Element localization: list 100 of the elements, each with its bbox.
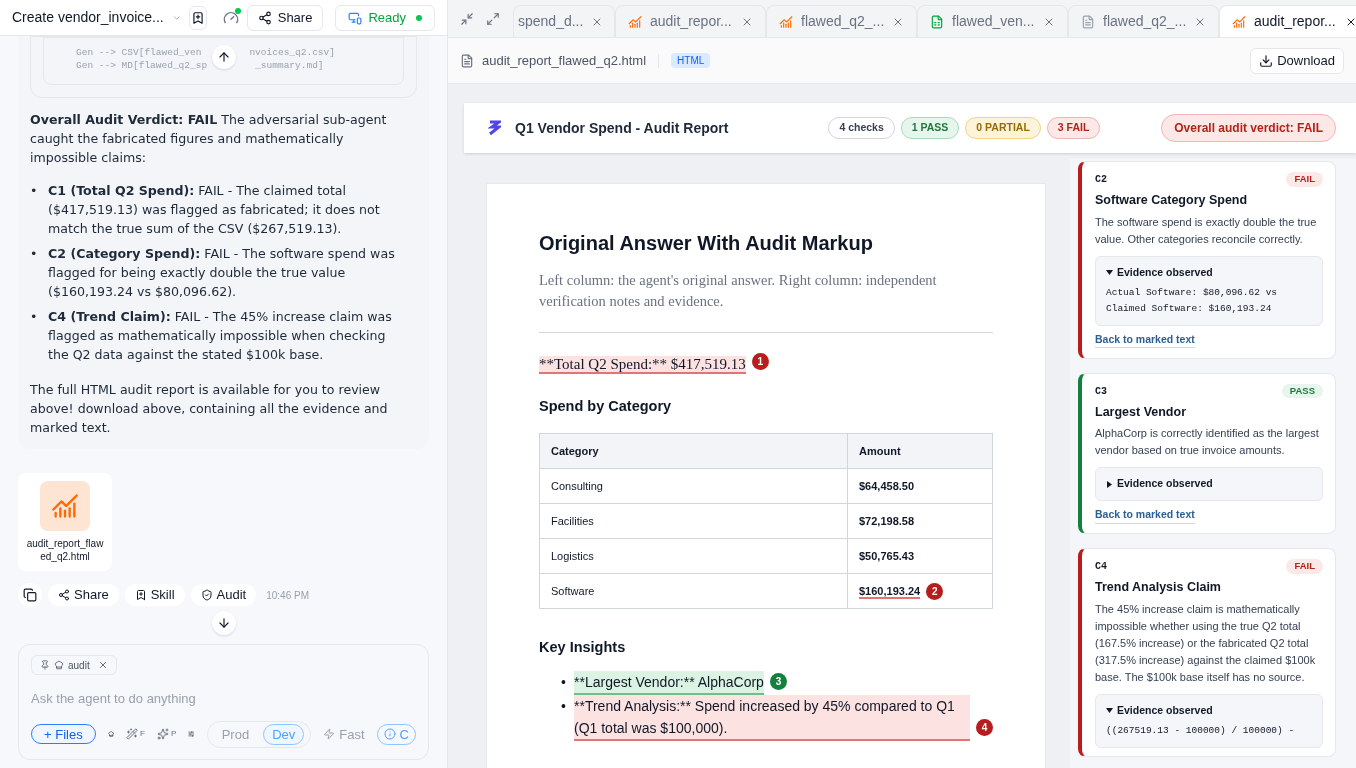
count-badge: 0 PARTIAL xyxy=(965,117,1041,139)
code-text: nvoices_q2.csv] xyxy=(249,46,335,59)
collapse-icon[interactable] xyxy=(460,11,474,26)
code-text: Gen --> CSV[flawed_ven xyxy=(76,46,202,59)
tab-label: audit_repor... xyxy=(1254,12,1337,31)
sparkles-icon xyxy=(156,728,169,741)
spreadsheet-icon xyxy=(930,14,944,29)
arrow-down-icon xyxy=(216,616,231,630)
document-icon xyxy=(1081,14,1095,29)
table-cell: $50,765.43 xyxy=(859,550,915,562)
copy-button[interactable] xyxy=(18,583,42,607)
logo-icon xyxy=(488,120,501,136)
document-subtitle: Left column: the agent's original answer. Right column: independent verification notes and evidence. xyxy=(539,270,993,333)
download-button[interactable]: Download xyxy=(1250,47,1344,74)
check-description: The 45% increase claim is mathematically impossible whether using the true Q2 total (167.5% increase) or the fabricated Q2 total (317.5% increase) against the claimed $100k base. The $100k base itself has no source. xyxy=(1095,601,1317,685)
check-title: Largest Vendor xyxy=(1095,403,1187,421)
back-link[interactable]: Back to marked text xyxy=(1095,331,1195,349)
bullet-marker: • xyxy=(561,697,567,716)
action-button[interactable]: Audit xyxy=(190,584,257,606)
download-icon xyxy=(1259,53,1274,68)
action-button[interactable]: Share xyxy=(48,584,119,606)
closing-paragraph: The full HTML audit report is available for you to review above! download above, containing all the evidence and marked text. xyxy=(30,381,389,437)
expand-icon[interactable] xyxy=(486,11,500,26)
column-header: Category xyxy=(539,433,848,469)
check-id: C2 xyxy=(1095,173,1107,187)
finding-item: C1 (Total Q2 Spend): FAIL - The claimed total ($417,519.13) was flagged as fabricated; it does not match the true sum of the CSV ($267,519.13). xyxy=(48,182,381,238)
bullet-marker: • xyxy=(561,673,567,692)
marker-badge[interactable]: 2 xyxy=(926,582,944,600)
status-badge: PASS xyxy=(1281,383,1323,399)
message-input[interactable]: Ask the agent to do anything xyxy=(31,689,416,709)
gauge-icon[interactable] xyxy=(222,9,239,26)
chart-icon xyxy=(51,492,79,520)
action-button[interactable]: Skill xyxy=(124,584,185,606)
files-button[interactable]: + Files xyxy=(31,724,96,745)
file-tab[interactable]: spend_d... xyxy=(513,5,615,37)
caret-down-icon[interactable] xyxy=(1106,269,1113,277)
table-cell: Consulting xyxy=(539,468,848,504)
table-cell: Software xyxy=(539,573,848,609)
bookmark-button[interactable] xyxy=(189,5,207,30)
bookmark-icon xyxy=(191,10,206,25)
share-button[interactable]: Share xyxy=(246,4,324,31)
skill-chip[interactable]: audit xyxy=(31,655,117,675)
tool-button[interactable]: F xyxy=(126,728,145,741)
back-link[interactable]: Back to marked text xyxy=(1095,507,1195,524)
bullet-marker: • xyxy=(30,308,39,326)
tab-label: audit_repor... xyxy=(650,12,733,31)
share-icon xyxy=(257,10,272,25)
file-tab[interactable]: flawed_q2_... xyxy=(766,5,917,37)
verdict-paragraph: Overall Audit Verdict: FAIL The adversarial sub-agent caught the fabricated figures and mathematically impossible claims: xyxy=(30,111,388,167)
check-description: AlphaCorp is correctly identified as the largest vendor based on true invoice amounts. xyxy=(1095,426,1320,459)
column-header: Amount xyxy=(847,433,993,469)
evidence-label: Evidence observed xyxy=(1117,264,1213,280)
evidence-line: Actual Software: $80,096.62 vs xyxy=(1106,285,1279,300)
file-tab[interactable]: flawed_q2_... xyxy=(1068,5,1219,37)
marker-badge[interactable]: 4 xyxy=(976,719,993,736)
bookmark-icon xyxy=(134,589,147,601)
document-title: Original Answer With Audit Markup xyxy=(539,231,874,256)
evidence-line: ((267519.13 - 100000) / 100000) - xyxy=(1106,723,1296,738)
wand-icon xyxy=(126,728,139,741)
evidence-label: Evidence observed xyxy=(1117,476,1213,492)
tool-button[interactable]: P xyxy=(156,728,177,741)
marker-badge[interactable]: 1 xyxy=(751,353,769,370)
marked-text: **Largest Vendor:** AlphaCorp xyxy=(574,671,764,695)
table-cell: $64,458.50 xyxy=(859,480,915,492)
lightning-icon xyxy=(323,728,336,741)
file-tab[interactable]: flawed_ven... xyxy=(917,5,1068,37)
attachment-card[interactable]: audit_report_flawed_q2.html xyxy=(18,473,112,571)
caret-down-icon[interactable] xyxy=(1106,707,1113,715)
tab-label: spend_d... xyxy=(518,12,584,31)
marked-text: $160,193.24 xyxy=(859,584,921,599)
report-title: Q1 Vendor Spend - Audit Report xyxy=(515,118,729,138)
code-text: _summary.md] xyxy=(255,59,324,72)
timestamp: 10:46 PM xyxy=(266,588,309,603)
close-icon xyxy=(97,660,108,670)
check-id: C4 xyxy=(1095,560,1107,574)
table-cell: Logistics xyxy=(539,538,848,574)
chat-title: Create vendor_invoice... xyxy=(12,8,164,27)
share-icon xyxy=(58,589,70,601)
chart-icon xyxy=(1232,14,1246,29)
file-tab[interactable]: audit_repor... xyxy=(615,5,766,37)
check-title: Software Category Spend xyxy=(1095,192,1249,209)
table-cell: $72,198.58 xyxy=(859,515,915,527)
count-badge: 3 FAIL xyxy=(1046,117,1101,139)
table-cell: Facilities xyxy=(539,503,848,539)
count-badge: 1 PASS xyxy=(900,117,960,139)
count-badge: 4 checks xyxy=(828,117,895,139)
tab-label: flawed_q2_... xyxy=(801,12,885,31)
marked-text: **Trend Analysis:** Spend increased by 45% compared to Q1 (Q1 total was $100,000). xyxy=(574,695,970,741)
status-button[interactable]: Ready xyxy=(335,4,435,31)
scroll-down-button[interactable] xyxy=(211,611,236,635)
document-icon xyxy=(460,53,474,68)
code-text: Gen --> MD[flawed_q2_sp xyxy=(76,59,208,72)
shield-icon xyxy=(200,589,213,601)
finding-item: C2 (Category Spend): FAIL - The software spend was flagged for being exactly double the true value ($160,193.24 vs $80,096.62). xyxy=(48,245,396,301)
section-heading: Spend by Category xyxy=(539,396,673,416)
file-tab[interactable]: audit_repor... xyxy=(1219,5,1356,37)
status-badge: FAIL xyxy=(1286,172,1323,187)
bullet-marker: • xyxy=(30,245,39,263)
caret-right-icon[interactable] xyxy=(1106,480,1113,488)
marker-badge[interactable]: 3 xyxy=(769,673,787,690)
